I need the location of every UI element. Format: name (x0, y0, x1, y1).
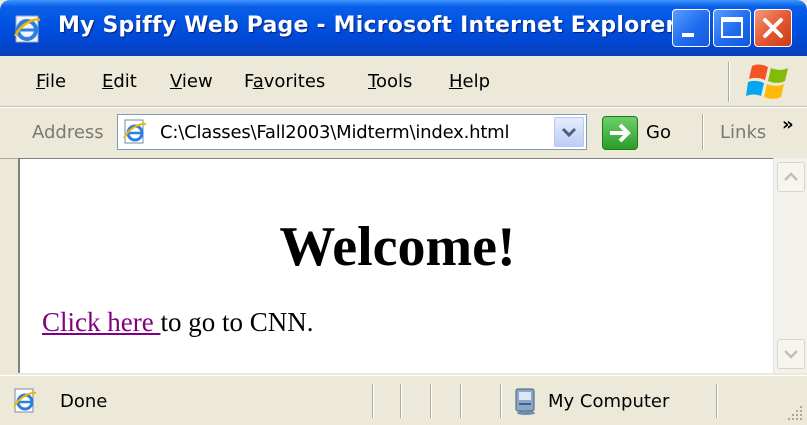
close-button[interactable] (754, 9, 792, 47)
go-label[interactable]: Go (646, 122, 671, 143)
chevron-down-icon (784, 350, 798, 359)
menu-bar: File Edit View Favorites Tools Help (0, 56, 807, 107)
scroll-down-button[interactable] (777, 339, 805, 369)
menu-view-label: iew (181, 71, 213, 92)
menu-favorites-accesskey: a (252, 71, 264, 92)
title-bar[interactable]: My Spiffy Web Page - Microsoft Internet … (0, 0, 807, 56)
menu-favorites[interactable]: Favorites (244, 71, 325, 92)
status-bar: Done My Computer (0, 375, 807, 425)
menu-favorites-label-a: F (244, 71, 253, 92)
address-input[interactable]: C:\Classes\Fall2003\Midterm\index.html (117, 114, 587, 150)
status-separator (500, 384, 502, 418)
menu-edit-label: dit (113, 71, 137, 92)
resize-grip-icon[interactable] (786, 404, 804, 422)
status-separator (460, 384, 462, 418)
ie-icon (13, 15, 41, 43)
menu-view[interactable]: View (170, 71, 213, 92)
vertical-scrollbar[interactable] (773, 158, 807, 373)
page-content: Welcome! Click here to go to CNN. (18, 158, 807, 373)
maximize-icon (721, 17, 743, 38)
menu-view-accesskey: V (170, 71, 182, 92)
windows-logo-icon (746, 64, 788, 99)
cnn-link[interactable]: Click here (42, 307, 160, 337)
address-bar: Address C:\Classes\Fall2003\Midterm\inde… (0, 107, 807, 159)
browser-window: My Spiffy Web Page - Microsoft Internet … (0, 0, 807, 425)
page-heading: Welcome! (279, 216, 516, 278)
minimize-icon (682, 33, 694, 37)
window-title: My Spiffy Web Page - Microsoft Internet … (58, 13, 677, 38)
menu-file-accesskey: F (36, 71, 46, 92)
menu-file-label: ile (45, 71, 67, 92)
links-label[interactable]: Links (720, 122, 766, 143)
status-separator (716, 384, 718, 418)
computer-icon (515, 388, 535, 415)
chevron-down-icon (561, 127, 577, 138)
ie-page-icon (13, 388, 37, 413)
status-separator (372, 384, 374, 418)
menu-file[interactable]: File (36, 71, 66, 92)
menu-favorites-label: vorites (263, 71, 326, 92)
go-button[interactable] (602, 116, 638, 150)
close-icon (763, 18, 783, 38)
scroll-up-button[interactable] (777, 162, 805, 192)
page-icon (123, 119, 147, 144)
go-arrow-icon (610, 123, 631, 143)
links-separator (702, 114, 704, 150)
status-separator (400, 384, 402, 418)
menu-tools-accesskey: T (368, 71, 376, 92)
status-separator (430, 384, 432, 418)
links-chevron[interactable]: » (782, 114, 794, 135)
menu-edit-accesskey: E (102, 71, 114, 92)
menu-help-accesskey: H (449, 71, 463, 92)
menu-tools[interactable]: Tools (368, 71, 412, 92)
menu-edit[interactable]: Edit (102, 71, 137, 92)
menu-tools-label: ools (375, 71, 413, 92)
address-url: C:\Classes\Fall2003\Midterm\index.html (160, 122, 510, 143)
minimize-button[interactable] (672, 9, 710, 47)
menu-separator (728, 62, 730, 102)
address-dropdown-button[interactable] (554, 117, 584, 147)
zone-text: My Computer (548, 391, 670, 412)
maximize-button[interactable] (713, 9, 751, 47)
status-text: Done (60, 391, 108, 412)
menu-help[interactable]: Help (449, 71, 490, 92)
link-suffix-text: to go to CNN. (160, 307, 314, 337)
chevron-up-icon (784, 172, 798, 181)
address-label: Address (32, 122, 104, 143)
menu-help-label: elp (462, 71, 491, 92)
link-paragraph: Click here to go to CNN. (42, 307, 313, 338)
